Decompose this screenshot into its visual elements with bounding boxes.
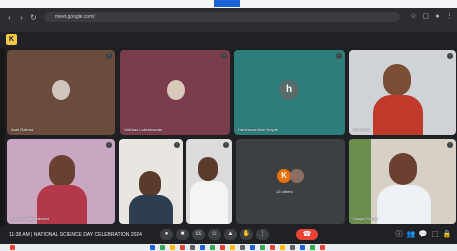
taskbar-app-icon[interactable] <box>320 245 325 250</box>
body <box>377 185 431 224</box>
screen: ‹ › ↻ meet.google.com/ ☆ ▢ ● ⋮ K Aarti R… <box>0 0 457 251</box>
plant <box>349 139 371 224</box>
face <box>198 157 218 181</box>
lock-icon[interactable]: 🔒 <box>442 230 452 240</box>
others-count: 12 others <box>276 189 293 194</box>
taskbar-app-icon[interactable] <box>10 245 15 250</box>
taskbar-app-icon[interactable] <box>300 245 305 250</box>
camera-icon[interactable]: ■ <box>176 229 189 240</box>
profile-icon[interactable]: ● <box>433 12 442 21</box>
banner-accent <box>214 0 240 7</box>
taskbar-app-icon[interactable] <box>280 245 285 250</box>
others-tile[interactable]: K 12 others <box>236 139 345 224</box>
taskbar <box>0 244 457 251</box>
more-icon[interactable]: ⋮ <box>447 142 453 148</box>
avatar-initial: h <box>279 80 299 100</box>
participant-name: Aarti Rathod <box>11 127 34 132</box>
menu-icon[interactable]: ⋮ <box>445 12 454 21</box>
taskbar-app-icon[interactable] <box>260 245 265 250</box>
taskbar-app-icon[interactable] <box>180 245 185 250</box>
taskbar-app-icon[interactable] <box>270 245 275 250</box>
participant-tile[interactable]: ⋮ <box>119 139 183 224</box>
raise-hand-icon[interactable]: ✋ <box>240 229 253 240</box>
reload-icon[interactable]: ↻ <box>30 14 37 22</box>
address-text: meet.google.com/ <box>55 14 95 20</box>
taskbar-app-icon[interactable] <box>230 245 235 250</box>
back-icon[interactable]: ‹ <box>6 14 13 22</box>
mic-icon[interactable]: ● <box>160 229 173 240</box>
more-icon[interactable]: ⋮ <box>336 53 342 59</box>
reactions-icon[interactable]: ☺ <box>208 229 221 240</box>
taskbar-app-icon[interactable] <box>150 245 155 250</box>
left-edge <box>0 48 5 226</box>
taskbar-app-icon[interactable] <box>160 245 165 250</box>
more-icon[interactable]: ⋮ <box>223 142 229 148</box>
body <box>373 95 423 135</box>
chat-icon[interactable]: 💬 <box>418 230 428 240</box>
more-icon[interactable]: ⋮ <box>174 142 180 148</box>
forward-icon[interactable]: › <box>18 14 25 22</box>
more-icon[interactable]: ⋮ <box>447 53 453 59</box>
activities-icon[interactable]: ⬚ <box>430 230 440 240</box>
taskbar-app-icon[interactable] <box>190 245 195 250</box>
info-icon[interactable]: ⓘ <box>394 230 404 240</box>
present-icon[interactable]: ▲ <box>224 229 237 240</box>
taskbar-app-icon[interactable] <box>170 245 175 250</box>
taskbar-app-icon[interactable] <box>210 245 215 250</box>
face <box>49 155 75 187</box>
face <box>383 64 411 96</box>
more-options-icon[interactable]: ⋮ <box>256 229 269 240</box>
more-icon[interactable]: ⋮ <box>106 142 112 148</box>
participant-tile[interactable]: Aarti Rathod ⋮ <box>7 50 115 135</box>
participant-tile[interactable]: Ruchita Mahalakshmi ⋮ <box>7 139 115 224</box>
participant-name: Ruchita Mahalakshmi <box>11 216 50 221</box>
time-and-meeting-title: 11:38 AM | NATIONAL SCIENCE DAY CELEBRAT… <box>9 232 142 238</box>
participant-name: Harshavardhan Nayak <box>238 127 278 132</box>
avatar <box>290 169 304 183</box>
taskbar-app-icon[interactable] <box>290 245 295 250</box>
avatar-initial: K <box>277 169 291 183</box>
participant-name: Poornima <box>353 127 371 132</box>
participant-tile[interactable]: Sanjay Kumar ⋮ <box>349 139 456 224</box>
body <box>190 181 228 224</box>
participant-tile[interactable]: ⋮ <box>186 139 232 224</box>
more-icon[interactable]: ⋮ <box>106 53 112 59</box>
taskbar-app-icon[interactable] <box>310 245 315 250</box>
avatar <box>52 80 70 100</box>
participant-name: Sanjay Kumar <box>353 216 379 221</box>
captions-icon[interactable]: cc <box>192 229 205 240</box>
extension-icon[interactable]: ▢ <box>421 12 430 21</box>
avatar <box>167 80 185 100</box>
participant-tile[interactable]: Poornima ⋮ <box>349 50 456 135</box>
end-call-button[interactable]: ☎ <box>296 229 318 240</box>
more-icon[interactable]: ⋮ <box>221 53 227 59</box>
taskbar-app-icon[interactable] <box>220 245 225 250</box>
face <box>389 153 417 185</box>
face <box>139 171 161 197</box>
taskbar-app-icon[interactable] <box>240 245 245 250</box>
participant-tile[interactable]: h Harshavardhan Nayak ⋮ <box>234 50 345 135</box>
participant-tile[interactable]: Vaibhav Lakshmanan ⋮ <box>120 50 230 135</box>
body <box>129 195 173 224</box>
taskbar-app-icon[interactable] <box>200 245 205 250</box>
meet-header <box>0 32 457 48</box>
participant-name: Vaibhav Lakshmanan <box>124 127 163 132</box>
taskbar-app-icon[interactable] <box>250 245 255 250</box>
address-bar[interactable] <box>44 12 400 22</box>
people-icon[interactable]: 👥 <box>406 230 416 240</box>
meet-badge[interactable]: K <box>6 34 17 45</box>
bookmark-icon[interactable]: ☆ <box>409 12 418 21</box>
